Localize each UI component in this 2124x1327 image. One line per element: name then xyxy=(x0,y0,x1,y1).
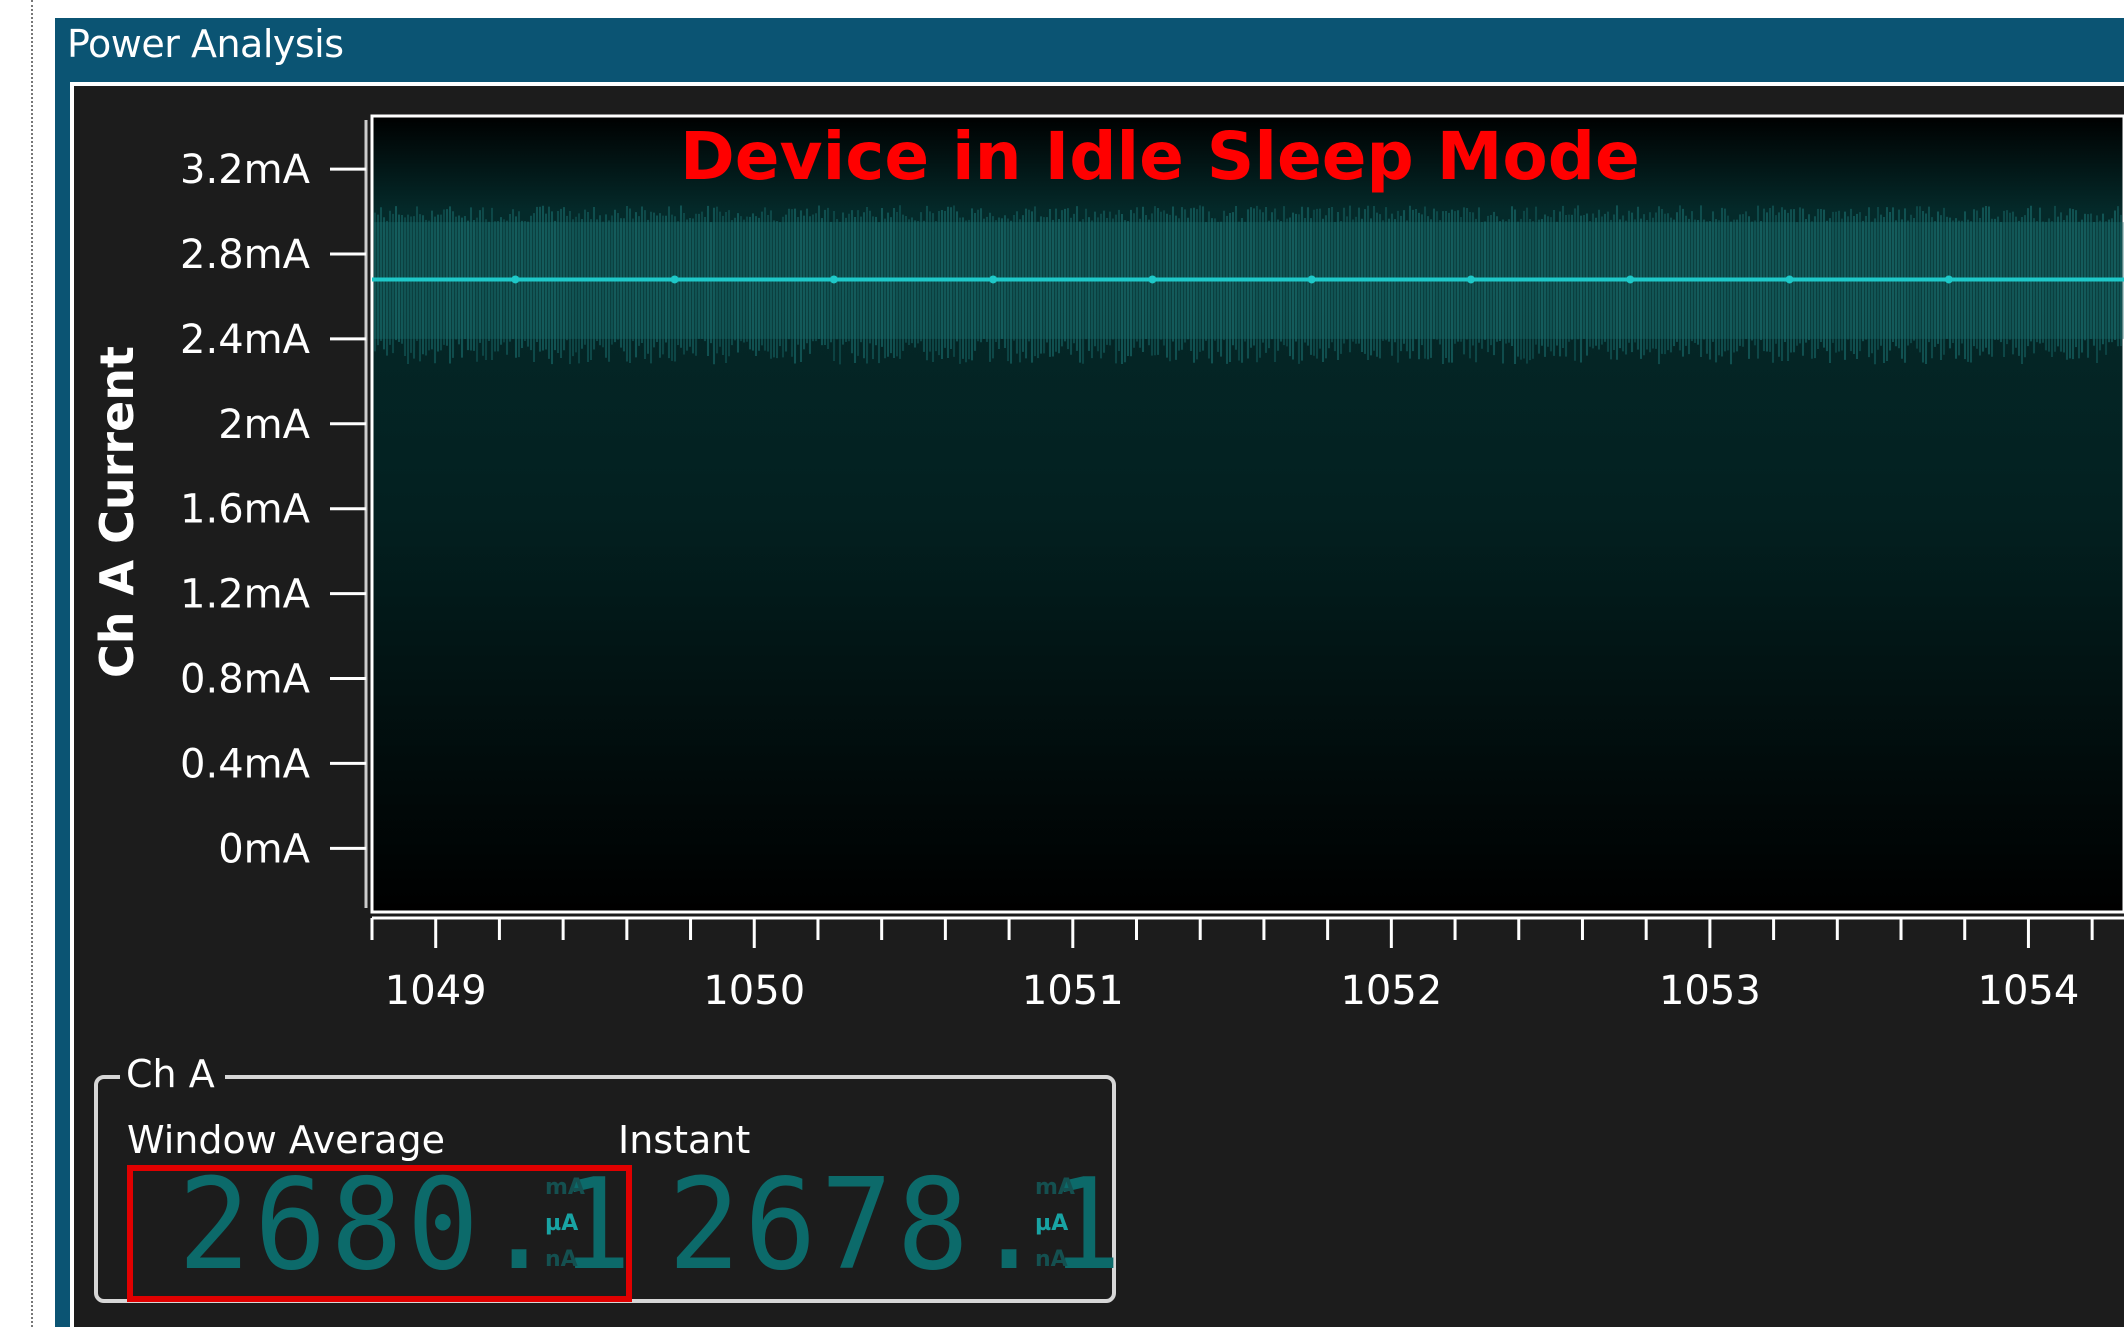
y-tick-label: 1.2mA xyxy=(180,572,311,618)
series-point xyxy=(511,275,520,284)
y-tick-label: 2.8mA xyxy=(180,232,311,278)
unit-ua: µA xyxy=(1035,1211,1069,1236)
series-point xyxy=(1944,275,1953,284)
x-tick-label: 1051 xyxy=(1022,968,1124,1014)
unit-na: nA xyxy=(1035,1247,1068,1272)
channel-a-label: Ch A xyxy=(120,1052,225,1096)
series-point xyxy=(989,275,998,284)
y-tick-label: 0.4mA xyxy=(180,741,311,787)
series-point xyxy=(1307,275,1316,284)
series-point xyxy=(1785,275,1794,284)
y-tick-label: 1.6mA xyxy=(180,487,311,533)
series-point xyxy=(829,275,838,284)
y-tick-label: 0.8mA xyxy=(180,657,311,703)
series-point xyxy=(670,275,679,284)
x-tick-label: 1054 xyxy=(1978,968,2080,1014)
y-tick-label: 2mA xyxy=(218,402,310,448)
series-point xyxy=(1466,275,1475,284)
x-tick-label: 1049 xyxy=(385,968,487,1014)
x-tick-label: 1052 xyxy=(1340,968,1442,1014)
series-point xyxy=(1626,275,1635,284)
y-tick-label: 0mA xyxy=(218,826,310,872)
y-tick-label: 3.2mA xyxy=(180,147,311,193)
series-point xyxy=(1148,275,1157,284)
annotation-text: Device in Idle Sleep Mode xyxy=(680,118,1640,195)
x-tick-label: 1053 xyxy=(1659,968,1761,1014)
y-tick-label: 2.4mA xyxy=(180,317,311,363)
unit-ma: mA xyxy=(1035,1175,1075,1200)
x-tick-label: 1050 xyxy=(703,968,805,1014)
highlight-box xyxy=(127,1165,632,1302)
instant-units: mA µA nA xyxy=(1035,1170,1095,1278)
y-axis-title: Ch A Current xyxy=(90,346,144,678)
